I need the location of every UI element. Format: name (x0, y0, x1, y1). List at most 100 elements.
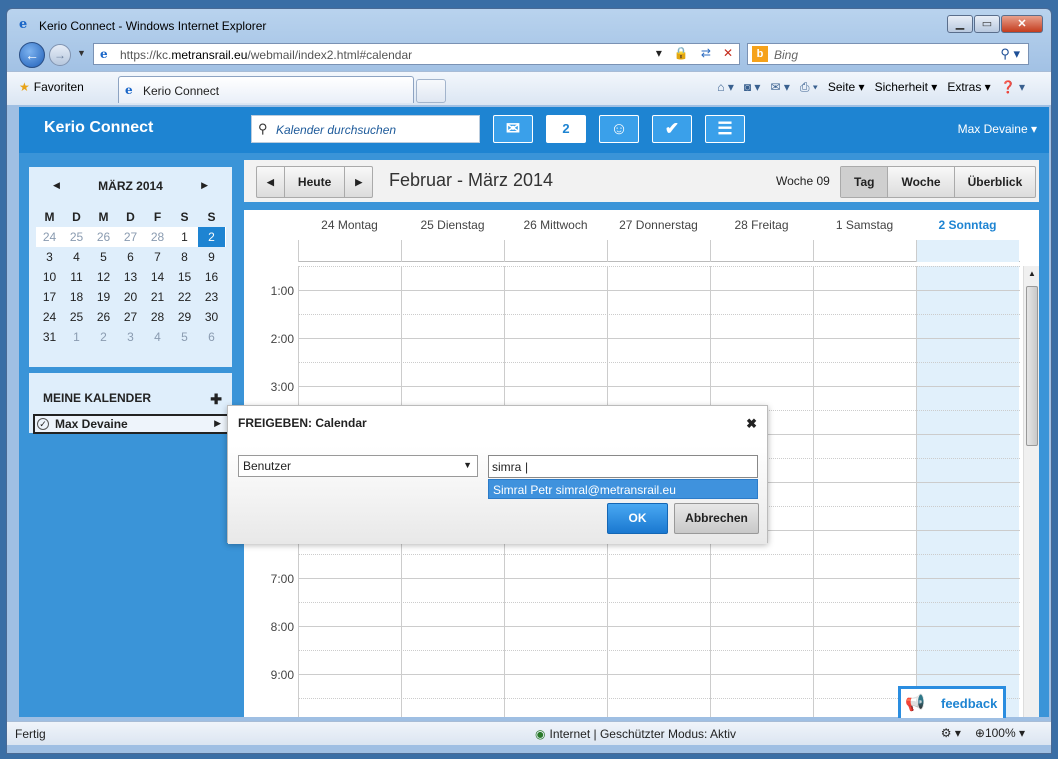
next-month-icon[interactable]: ▶ (201, 180, 208, 191)
mini-calendar-day[interactable]: 10 (36, 267, 63, 287)
mini-calendar-day[interactable]: 30 (198, 307, 225, 327)
day-header[interactable]: 24 Montag (298, 210, 401, 240)
cancel-button[interactable]: Abbrechen (674, 503, 759, 534)
close-button[interactable]: ✕ (1001, 15, 1043, 33)
tab-kerio-connect[interactable]: e Kerio Connect (118, 76, 414, 103)
mini-calendar-day[interactable]: 16 (198, 267, 225, 287)
mini-calendar-day[interactable]: 28 (144, 307, 171, 327)
mini-calendar-day[interactable]: 24 (36, 227, 63, 247)
all-day-row[interactable] (298, 240, 1020, 262)
lock-icon[interactable]: 🔒 (674, 46, 689, 60)
favorites-button[interactable]: ★ Favoriten (19, 80, 84, 94)
minimize-button[interactable]: ▁ (947, 15, 973, 33)
mini-calendar-day[interactable]: 1 (63, 327, 90, 347)
mini-calendar-day[interactable]: 27 (117, 307, 144, 327)
mini-calendar-day[interactable]: 2 (90, 327, 117, 347)
day-header[interactable]: 2 Sonntag (916, 210, 1019, 240)
scrollbar[interactable]: ▲ (1023, 266, 1039, 717)
mini-calendar-day[interactable]: 25 (63, 307, 90, 327)
mini-calendar-day[interactable]: 28 (144, 227, 171, 247)
mini-calendar-day[interactable]: 6 (117, 247, 144, 267)
mini-calendar-day[interactable]: 31 (36, 327, 63, 347)
mini-calendar-day[interactable]: 22 (171, 287, 198, 307)
calendar-menu-icon[interactable]: ▶ (214, 418, 221, 429)
mini-calendar-day[interactable]: 8 (171, 247, 198, 267)
mini-calendar-day[interactable]: 19 (90, 287, 117, 307)
stop-icon[interactable]: ✕ (723, 46, 733, 60)
contacts-app-icon[interactable]: ☺ (599, 115, 639, 143)
mini-calendar-day[interactable]: 17 (36, 287, 63, 307)
mail-icon[interactable]: ✉ ▾ (770, 80, 789, 95)
home-icon[interactable]: ⌂ ▾ (717, 80, 734, 95)
scroll-thumb[interactable] (1026, 286, 1038, 446)
mail-app-icon[interactable]: ✉ (493, 115, 533, 143)
mini-calendar-day[interactable]: 11 (63, 267, 90, 287)
address-bar[interactable]: e https://kc.metransrail.eu/webmail/inde… (93, 43, 740, 65)
mini-calendar-day[interactable]: 7 (144, 247, 171, 267)
calendar-search-input[interactable]: ⚲ Kalender durchsuchen (251, 115, 480, 143)
mini-calendar-day[interactable]: 13 (117, 267, 144, 287)
mini-calendar-day[interactable]: 25 (63, 227, 90, 247)
day-header[interactable]: 1 Samstag (813, 210, 916, 240)
all-day-cell[interactable] (916, 240, 1019, 262)
add-calendar-icon[interactable]: ✚ (210, 391, 222, 408)
forward-button[interactable]: → (49, 44, 71, 66)
day-header[interactable]: 25 Dienstag (401, 210, 504, 240)
view-overview-button[interactable]: Überblick (955, 167, 1036, 197)
mini-calendar-day[interactable]: 3 (117, 327, 144, 347)
print-icon[interactable]: ⎙ ▾ (800, 80, 818, 95)
calendar-app-icon[interactable]: 2 (546, 115, 586, 143)
refresh-icon[interactable]: ⇄ (701, 46, 711, 60)
history-dropdown-icon[interactable]: ▼ (77, 48, 86, 58)
day-header[interactable]: 27 Donnerstag (607, 210, 710, 240)
menu-extras[interactable]: Extras ▾ (947, 80, 990, 95)
mini-calendar-day[interactable]: 29 (171, 307, 198, 327)
mini-calendar-day[interactable]: 3 (36, 247, 63, 267)
search-box[interactable]: b Bing ⚲ ▾ (747, 43, 1029, 65)
feeds-icon[interactable]: ◙ ▾ (744, 80, 761, 95)
mini-calendar-day[interactable]: 26 (90, 227, 117, 247)
mini-calendar-day[interactable]: 12 (90, 267, 117, 287)
scroll-up-icon[interactable]: ▲ (1028, 269, 1036, 278)
calendar-item-max-devaine[interactable]: ✓ Max Devaine ▶ (33, 414, 229, 434)
mini-calendar-day[interactable]: 27 (117, 227, 144, 247)
back-button[interactable]: ← (19, 42, 45, 68)
help-icon[interactable]: ❓ ▾ (1001, 80, 1025, 95)
mini-calendar-day[interactable]: 21 (144, 287, 171, 307)
user-menu[interactable]: Max Devaine ▾ (958, 122, 1037, 136)
all-day-cell[interactable] (298, 240, 401, 262)
new-tab-button[interactable] (416, 79, 446, 103)
mini-calendar-day[interactable]: 24 (36, 307, 63, 327)
maximize-button[interactable]: ▭ (974, 15, 1000, 33)
mini-calendar-day[interactable]: 14 (144, 267, 171, 287)
tasks-app-icon[interactable]: ✔ (652, 115, 692, 143)
close-icon[interactable]: ✖ (746, 416, 757, 432)
mini-calendar-day[interactable]: 5 (90, 247, 117, 267)
mini-calendar-day[interactable]: 20 (117, 287, 144, 307)
autocomplete-suggestion[interactable]: Simral Petr simral@metransrail.eu (488, 479, 758, 499)
next-period-button[interactable]: ▶ (345, 167, 372, 197)
protected-mode-icon[interactable]: ⚙ ▾ (941, 726, 961, 740)
mini-calendar-day[interactable]: 4 (144, 327, 171, 347)
principal-type-select[interactable]: Benutzer ▼ (238, 455, 478, 477)
mini-calendar-day[interactable]: 6 (198, 327, 225, 347)
user-search-input[interactable]: simra | (488, 455, 758, 478)
feedback-button[interactable]: 📢 feedback (898, 686, 1006, 718)
all-day-cell[interactable] (504, 240, 607, 262)
mini-calendar-day[interactable]: 1 (171, 227, 198, 247)
mini-calendar-day[interactable]: 26 (90, 307, 117, 327)
today-button[interactable]: Heute (285, 167, 346, 197)
notes-app-icon[interactable]: ☰ (705, 115, 745, 143)
all-day-cell[interactable] (813, 240, 916, 262)
day-header[interactable]: 26 Mittwoch (504, 210, 607, 240)
address-dropdown-icon[interactable]: ▾ (656, 46, 662, 60)
view-day-button[interactable]: Tag (841, 167, 889, 197)
all-day-cell[interactable] (401, 240, 504, 262)
mini-calendar-day[interactable]: 15 (171, 267, 198, 287)
all-day-cell[interactable] (710, 240, 813, 262)
view-week-button[interactable]: Woche (888, 167, 955, 197)
prev-period-button[interactable]: ◀ (257, 167, 285, 197)
mini-calendar-day[interactable]: 18 (63, 287, 90, 307)
ok-button[interactable]: OK (607, 503, 668, 534)
mini-calendar-day[interactable]: 23 (198, 287, 225, 307)
